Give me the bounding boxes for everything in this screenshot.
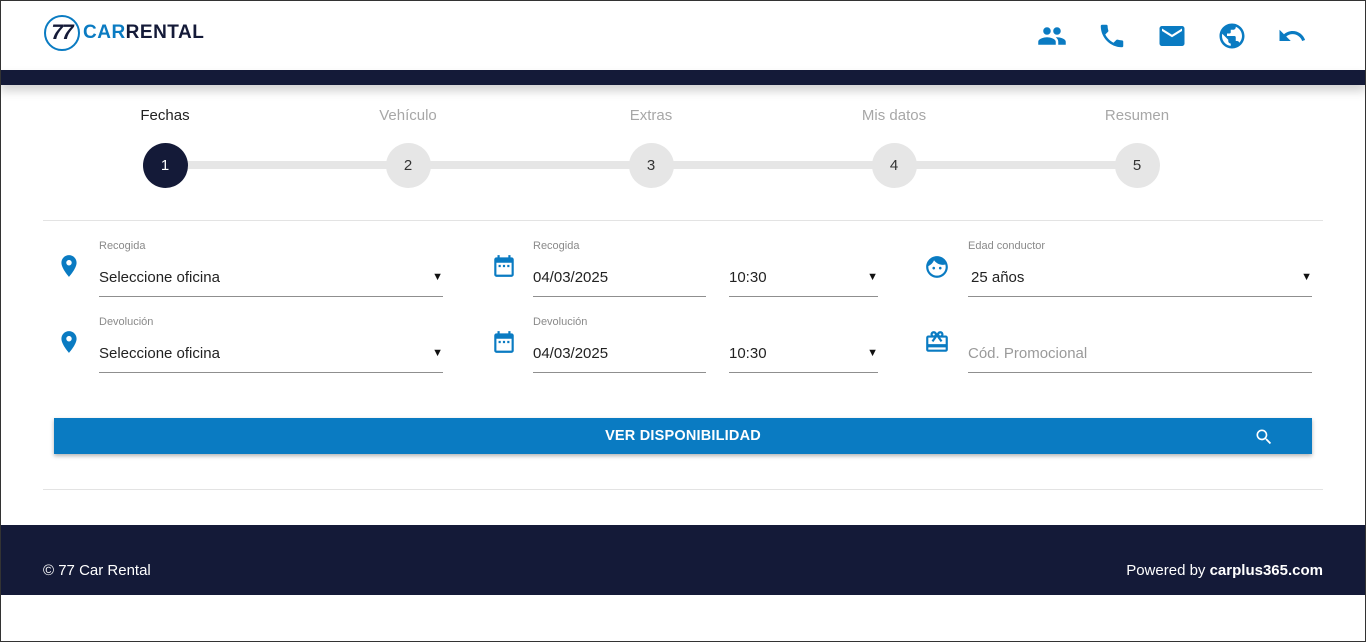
step-mis-datos[interactable]: Mis datos 4 — [824, 100, 964, 188]
search-icon — [1254, 427, 1274, 447]
step-number: 2 — [385, 143, 431, 188]
return-office-label: Devolución — [99, 316, 154, 328]
pickup-date-input[interactable]: 04/03/2025 — [533, 257, 706, 297]
driver-age-select[interactable]: 25 años ▼ — [968, 257, 1312, 297]
caret-down-icon: ▼ — [432, 347, 443, 359]
return-date-label: Devolución — [533, 316, 588, 328]
header-accent-bar — [0, 70, 1366, 85]
step-fechas[interactable]: Fechas 1 — [95, 100, 235, 188]
caret-down-icon: ▼ — [867, 271, 878, 283]
check-availability-button[interactable]: VER DISPONIBILIDAD — [54, 418, 1312, 454]
driver-age-label: Edad conductor — [968, 240, 1046, 252]
header-nav — [1036, 20, 1308, 52]
step-label: Vehículo — [379, 107, 437, 124]
undo-icon[interactable] — [1276, 20, 1308, 52]
step-label: Mis datos — [861, 107, 927, 124]
step-label: Fechas — [140, 107, 190, 124]
footer-copyright: © 77 Car Rental — [43, 562, 151, 579]
return-date-value: 04/03/2025 — [533, 345, 609, 362]
powered-by-prefix: Powered by — [1126, 562, 1210, 579]
logo[interactable]: 77 CARRENTAL — [44, 15, 204, 51]
step-number: 5 — [1114, 143, 1160, 188]
step-number: 4 — [871, 143, 917, 188]
return-office-value: Seleccione oficina — [99, 345, 220, 362]
caret-down-icon: ▼ — [867, 347, 878, 359]
logo-wordmark: CARRENTAL — [83, 22, 204, 44]
divider — [43, 220, 1323, 221]
header: 77 CARRENTAL — [0, 0, 1366, 70]
phone-icon[interactable] — [1096, 20, 1128, 52]
users-icon[interactable] — [1036, 20, 1068, 52]
face-icon — [924, 254, 950, 280]
promo-code-input[interactable]: Cód. Promocional — [968, 333, 1312, 373]
location-pin-icon — [56, 253, 82, 279]
pickup-office-select[interactable]: Seleccione oficina ▼ — [99, 257, 443, 297]
return-time-value: 10:30 — [729, 345, 767, 362]
logo-badge: 77 — [44, 15, 80, 51]
pickup-office-label: Recogida — [99, 240, 146, 252]
pickup-time-value: 10:30 — [729, 269, 767, 286]
calendar-icon — [491, 329, 517, 355]
gift-card-icon — [924, 329, 950, 355]
pickup-date-value: 04/03/2025 — [533, 269, 609, 286]
step-label: Resumen — [1104, 107, 1170, 124]
return-time-select[interactable]: 10:30 ▼ — [729, 333, 878, 373]
driver-age-value: 25 años — [971, 269, 1025, 286]
divider — [43, 489, 1323, 490]
mail-icon[interactable] — [1156, 20, 1188, 52]
return-date-input[interactable]: 04/03/2025 — [533, 333, 706, 373]
logo-word-car: CAR — [83, 22, 126, 43]
caret-down-icon: ▼ — [1301, 271, 1312, 283]
logo-word-rental: RENTAL — [125, 22, 205, 43]
pickup-office-value: Seleccione oficina — [99, 269, 220, 286]
location-pin-icon — [56, 329, 82, 355]
check-availability-label: VER DISPONIBILIDAD — [605, 428, 761, 444]
caret-down-icon: ▼ — [432, 271, 443, 283]
return-office-select[interactable]: Seleccione oficina ▼ — [99, 333, 443, 373]
powered-by-link[interactable]: carplus365.com — [1210, 562, 1323, 579]
pickup-date-label: Recogida — [533, 240, 580, 252]
step-extras[interactable]: Extras 3 — [581, 100, 721, 188]
pickup-time-select[interactable]: 10:30 ▼ — [729, 257, 878, 297]
step-number: 1 — [142, 143, 188, 188]
step-number: 3 — [628, 143, 674, 188]
footer: © 77 Car Rental Powered by carplus365.co… — [0, 525, 1366, 595]
step-label: Extras — [629, 107, 673, 124]
promo-code-placeholder: Cód. Promocional — [968, 345, 1088, 362]
step-resumen[interactable]: Resumen 5 — [1067, 100, 1207, 188]
step-vehiculo[interactable]: Vehículo 2 — [338, 100, 478, 188]
calendar-icon — [491, 253, 517, 279]
booking-stepper: Fechas 1 Vehículo 2 Extras 3 Mis datos 4… — [0, 100, 1366, 200]
footer-powered-by: Powered by carplus365.com — [1126, 562, 1323, 579]
globe-icon[interactable] — [1216, 20, 1248, 52]
